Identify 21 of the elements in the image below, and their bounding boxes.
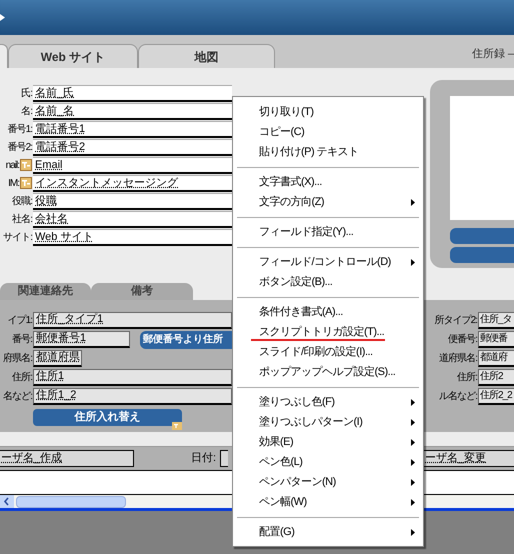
field-label: ル名など: [439, 390, 477, 404]
field-label: 氏: [21, 86, 32, 100]
layout-title: 住所録 – [472, 47, 514, 62]
field-label: 番号1: [8, 122, 32, 136]
field-label: 役職: [12, 194, 32, 208]
field-label: 府県名: [3, 352, 32, 366]
field-label: 便番号: [448, 332, 477, 347]
field-label: 日付: [191, 451, 216, 466]
field-label: IM: [8, 176, 19, 190]
field-label: 名: [21, 104, 32, 118]
field-label: nail: [6, 158, 19, 172]
field-label: 住所: [12, 370, 32, 385]
field-label: 番号2: [8, 140, 32, 154]
field-label: 番号: [12, 332, 32, 347]
field-label: 社名: [12, 212, 32, 226]
field-label: 道府県名: [439, 352, 477, 366]
field-label: サイト: [3, 230, 32, 244]
field-label: 住所: [457, 370, 477, 385]
field-label: 名など: [3, 390, 32, 404]
field-label: 所タイプ2: [434, 314, 477, 328]
field-label: イプ1: [8, 314, 32, 328]
